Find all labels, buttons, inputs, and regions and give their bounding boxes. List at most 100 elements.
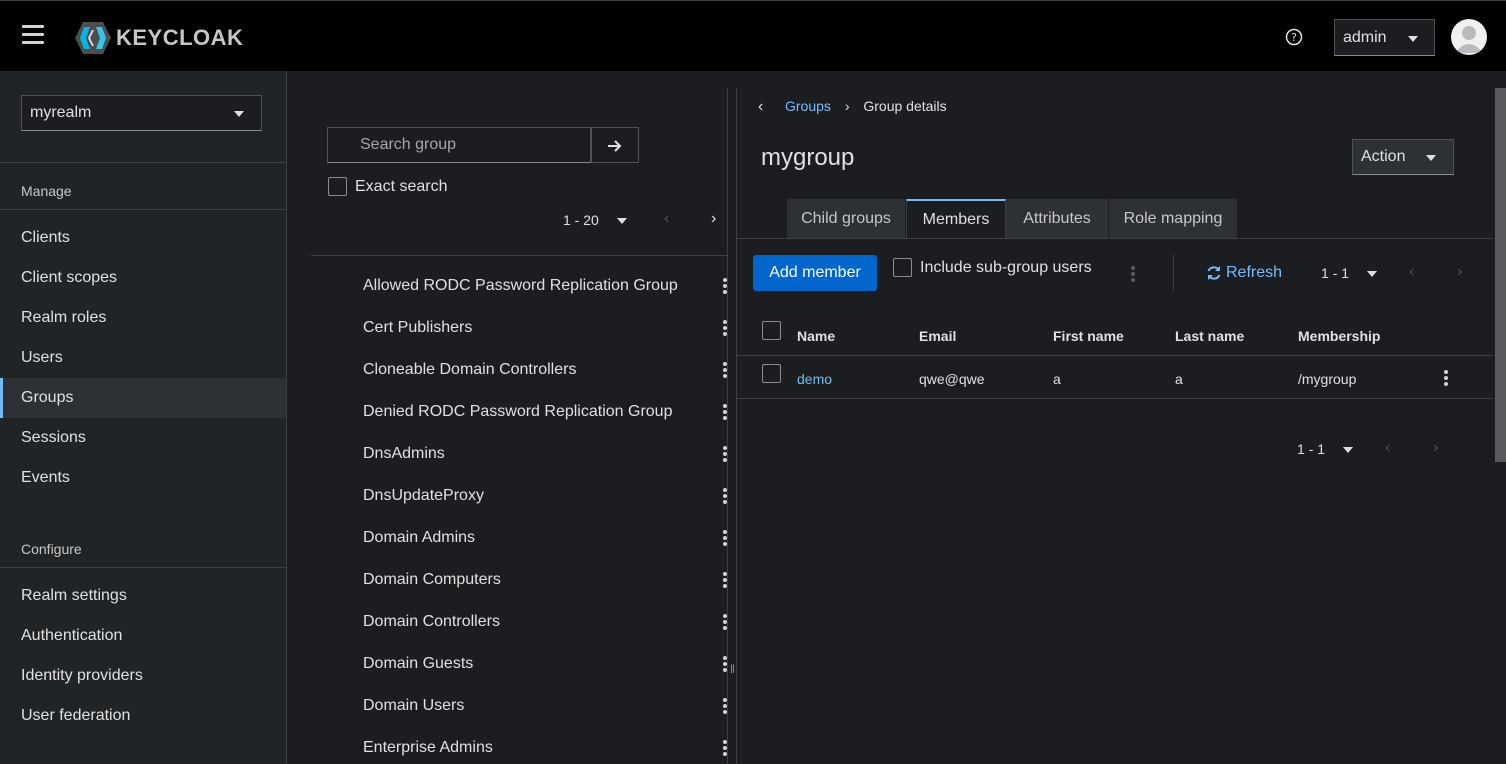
user-dropdown-label: admin (1343, 28, 1387, 46)
keycloak-logo[interactable]: KEYCLOAK (74, 21, 243, 55)
pagination-range: 1 - 20 (563, 212, 599, 228)
sidebar-item-realm-roles[interactable]: Realm roles (0, 298, 286, 338)
group-tree-item[interactable]: Domain Users (363, 697, 713, 715)
realm-name: myrealm (30, 104, 92, 121)
row-kebab-icon[interactable] (1444, 370, 1448, 386)
pagination-toggle[interactable]: 1 - 20 (563, 212, 627, 228)
scrollbar-thumb[interactable] (1495, 88, 1506, 462)
pagination-toggle[interactable]: 1 - 1 (1321, 265, 1377, 281)
exact-search-label: Exact search (355, 177, 448, 195)
masthead: KEYCLOAK ? admin (0, 0, 1506, 71)
chevron-right-icon[interactable]: › (711, 210, 716, 228)
sidebar-item-user-federation[interactable]: User federation (0, 696, 286, 736)
group-tree-item[interactable]: Domain Admins (363, 529, 713, 547)
breadcrumb: Groups › Group details (785, 98, 947, 114)
breadcrumb-groups-link[interactable]: Groups (785, 98, 831, 114)
group-tree-item[interactable]: Enterprise Admins (363, 739, 713, 757)
include-subgroup-checkbox[interactable]: Include sub-group users (893, 258, 1092, 277)
caret-down-icon (617, 218, 627, 224)
chevron-left-icon[interactable]: ‹ (1409, 263, 1414, 281)
pagination-range: 1 - 1 (1297, 441, 1326, 457)
include-subgroup-label: Include sub-group users (920, 258, 1092, 276)
sidebar-item-authentication[interactable]: Authentication (0, 616, 286, 656)
row-checkbox[interactable] (762, 364, 781, 383)
user-dropdown[interactable]: admin (1334, 19, 1435, 56)
column-header-last-name[interactable]: Last name (1175, 328, 1244, 344)
arrow-right-icon (608, 140, 622, 152)
divider (0, 162, 286, 163)
exact-search-checkbox[interactable]: Exact search (328, 177, 447, 196)
checkbox[interactable] (328, 177, 347, 196)
caret-down-icon (1367, 271, 1377, 277)
add-member-button[interactable]: Add member (753, 255, 877, 291)
chevron-left-icon[interactable]: ‹ (1385, 439, 1390, 457)
chevron-right-icon[interactable]: › (1433, 439, 1438, 457)
group-details-panel: ‹ Groups › Group details mygroup Action … (737, 71, 1493, 764)
divider (0, 567, 286, 568)
column-header-first-name[interactable]: First name (1053, 328, 1124, 344)
caret-down-icon (1343, 447, 1353, 453)
help-icon[interactable]: ? (1285, 28, 1303, 46)
search-submit-button[interactable] (591, 127, 639, 163)
back-chevron-icon[interactable]: ‹ (758, 98, 763, 116)
breadcrumb-current: Group details (863, 98, 947, 114)
group-tree-item[interactable]: Cloneable Domain Controllers (363, 361, 713, 379)
sidebar-item-users[interactable]: Users (0, 338, 286, 378)
column-header-name[interactable]: Name (797, 328, 835, 344)
chevron-right-icon: › (844, 98, 850, 114)
member-first-name: a (1053, 371, 1061, 387)
user-avatar-icon (1455, 26, 1483, 53)
tabs-divider (737, 238, 1493, 239)
svg-text:?: ? (1291, 31, 1297, 44)
sidebar-item-client-scopes[interactable]: Client scopes (0, 258, 286, 298)
sidebar-item-groups[interactable]: Groups (0, 378, 286, 418)
nav-section-manage: Manage (21, 183, 72, 199)
group-tree-item[interactable]: Cert Publishers (363, 319, 713, 337)
sidebar-item-realm-settings[interactable]: Realm settings (0, 576, 286, 616)
member-name-link[interactable]: demo (797, 371, 832, 387)
group-tree-item[interactable]: Domain Guests (363, 655, 713, 673)
caret-down-icon (1426, 155, 1436, 161)
toolbar-kebab-icon[interactable] (1131, 266, 1135, 282)
column-header-email[interactable]: Email (919, 328, 956, 344)
sidebar: myrealm Manage Clients Client scopes Rea… (0, 71, 287, 764)
realm-selector[interactable]: myrealm (21, 95, 262, 131)
tab-attributes[interactable]: Attributes (1006, 199, 1109, 238)
divider (311, 255, 727, 256)
member-membership: /mygroup (1298, 371, 1357, 387)
tab-child-groups[interactable]: Child groups (787, 199, 906, 238)
sidebar-item-clients[interactable]: Clients (0, 218, 286, 258)
search-group-input[interactable]: Search group (327, 127, 591, 163)
group-tree-item[interactable]: Domain Computers (363, 571, 713, 589)
pagination-toggle-bottom[interactable]: 1 - 1 (1297, 441, 1353, 457)
refresh-button[interactable]: Refresh (1206, 264, 1282, 282)
sidebar-item-sessions[interactable]: Sessions (0, 418, 286, 458)
select-all-checkbox[interactable] (762, 321, 781, 340)
action-dropdown[interactable]: Action (1352, 139, 1454, 175)
drag-handle-icon: ‖ (730, 662, 735, 676)
panel-resize-handle[interactable]: ‖ (727, 88, 737, 764)
group-tree-item[interactable]: DnsAdmins (363, 445, 713, 463)
tab-members[interactable]: Members (906, 199, 1006, 239)
sidebar-item-events[interactable]: Events (0, 458, 286, 498)
chevron-left-icon[interactable]: ‹ (664, 210, 669, 228)
caret-down-icon (234, 111, 244, 117)
chevron-right-icon[interactable]: › (1457, 263, 1462, 281)
group-tree-item[interactable]: Denied RODC Password Replication Group (363, 403, 713, 421)
page-title: mygroup (761, 144, 855, 171)
checkbox[interactable] (893, 258, 912, 277)
member-last-name: a (1175, 371, 1183, 387)
divider (1173, 255, 1174, 291)
sidebar-item-identity-providers[interactable]: Identity providers (0, 656, 286, 696)
avatar[interactable] (1451, 19, 1487, 55)
column-header-membership[interactable]: Membership (1298, 328, 1380, 344)
keycloak-logo-icon (75, 22, 111, 54)
refresh-icon (1207, 266, 1221, 280)
hamburger-menu-icon[interactable] (22, 25, 44, 45)
tab-role-mapping[interactable]: Role mapping (1109, 199, 1238, 238)
group-tree-item[interactable]: DnsUpdateProxy (363, 487, 713, 505)
caret-down-icon (1408, 36, 1418, 42)
group-tree-item[interactable]: Domain Controllers (363, 613, 713, 631)
group-tree-item[interactable]: Allowed RODC Password Replication Group (363, 277, 713, 295)
groups-tree-panel: Search group Exact search 1 - 20 ‹ › All… (287, 71, 727, 764)
